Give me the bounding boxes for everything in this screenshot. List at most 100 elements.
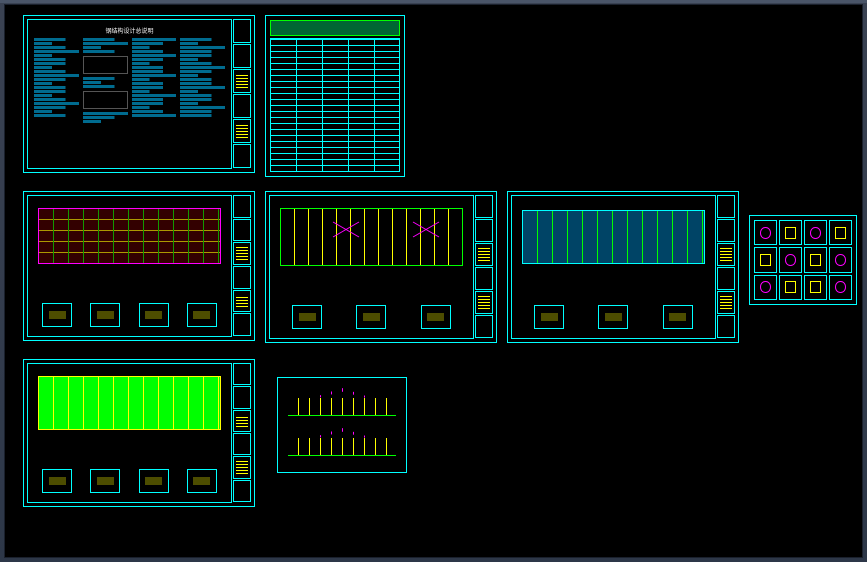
detail-strip bbox=[520, 302, 707, 332]
note-line bbox=[34, 86, 79, 89]
panel-grid bbox=[39, 377, 220, 429]
detail-strip bbox=[36, 300, 223, 330]
foundation-detail bbox=[139, 303, 169, 327]
note-line bbox=[132, 86, 177, 89]
title-block-cell bbox=[233, 195, 251, 218]
connection-detail bbox=[804, 247, 827, 272]
building-outline bbox=[38, 208, 221, 264]
title-block-cell bbox=[233, 290, 251, 313]
sheet-roof-panel-plan[interactable] bbox=[23, 359, 255, 507]
roof-detail bbox=[663, 305, 693, 329]
note-line bbox=[180, 90, 225, 93]
note-line bbox=[180, 70, 225, 73]
note-line bbox=[132, 66, 177, 69]
sheet-general-notes[interactable]: 钢结构设计总说明 bbox=[23, 15, 255, 173]
foundation-detail bbox=[90, 303, 120, 327]
note-line bbox=[34, 58, 79, 61]
note-line bbox=[132, 46, 177, 49]
detail-strip bbox=[36, 466, 223, 496]
note-line bbox=[34, 94, 79, 97]
notes-col-3 bbox=[132, 38, 177, 162]
title-block-cell bbox=[233, 480, 251, 502]
panel-detail bbox=[139, 469, 169, 493]
note-line bbox=[83, 46, 128, 49]
title-block bbox=[475, 195, 493, 339]
detail-grid bbox=[754, 220, 852, 300]
connection-detail bbox=[754, 275, 777, 300]
detail-strip bbox=[278, 302, 465, 332]
column-lines bbox=[288, 398, 396, 415]
note-line bbox=[34, 38, 79, 41]
sheet-foundation-plan[interactable] bbox=[23, 191, 255, 341]
note-line bbox=[34, 78, 79, 81]
title-block-cell bbox=[233, 433, 251, 455]
title-block-cell bbox=[233, 19, 251, 43]
note-line bbox=[132, 94, 177, 97]
note-line bbox=[132, 74, 177, 77]
title-block bbox=[233, 363, 251, 503]
title-block-cell bbox=[233, 386, 251, 408]
sheet-anchor-bolt-plan[interactable] bbox=[265, 191, 497, 343]
sheet-drawing-list[interactable] bbox=[265, 15, 405, 177]
note-line bbox=[180, 114, 225, 117]
roof-detail bbox=[534, 305, 564, 329]
sheet-frame-sections[interactable] bbox=[277, 377, 407, 473]
note-line bbox=[34, 50, 79, 53]
title-block-cell bbox=[233, 144, 251, 168]
connection-detail bbox=[804, 220, 827, 245]
note-line bbox=[180, 50, 225, 53]
note-line bbox=[83, 81, 128, 84]
note-line bbox=[83, 77, 128, 80]
sheet-roof-framing-plan[interactable] bbox=[507, 191, 739, 343]
title-block bbox=[233, 19, 251, 169]
sheet-border bbox=[27, 195, 232, 337]
sheet-border bbox=[269, 195, 474, 339]
sheet-connection-details[interactable] bbox=[749, 215, 857, 305]
connection-detail bbox=[779, 220, 802, 245]
title-block bbox=[717, 195, 735, 339]
column-lines bbox=[288, 438, 396, 455]
note-line bbox=[83, 116, 128, 119]
sheet-border bbox=[511, 195, 716, 339]
note-line bbox=[180, 110, 225, 113]
connection-detail bbox=[779, 275, 802, 300]
note-line bbox=[34, 110, 79, 113]
title-block bbox=[233, 195, 251, 337]
anchor-detail bbox=[356, 305, 386, 329]
title-block-cell bbox=[717, 291, 735, 314]
note-line bbox=[180, 46, 225, 49]
note-line bbox=[83, 42, 128, 45]
note-line bbox=[180, 94, 225, 97]
foundation-detail bbox=[42, 303, 72, 327]
note-line bbox=[180, 54, 225, 57]
title-block-cell bbox=[717, 267, 735, 290]
note-line bbox=[132, 50, 177, 53]
title-block-cell bbox=[717, 219, 735, 242]
note-line bbox=[34, 42, 79, 45]
note-line bbox=[180, 58, 225, 61]
note-line bbox=[180, 98, 225, 101]
building-outline bbox=[38, 376, 221, 430]
note-line bbox=[132, 62, 177, 65]
note-line bbox=[180, 42, 225, 45]
section-a bbox=[288, 388, 396, 416]
title-block-cell bbox=[717, 195, 735, 218]
connection-detail bbox=[804, 275, 827, 300]
connection-detail bbox=[829, 220, 852, 245]
anchor-detail bbox=[292, 305, 322, 329]
sheet-title: 钢结构设计总说明 bbox=[105, 26, 153, 35]
title-block-cell bbox=[475, 195, 493, 218]
table-body bbox=[270, 38, 400, 172]
title-block-cell bbox=[475, 219, 493, 242]
note-line bbox=[34, 74, 79, 77]
note-line bbox=[34, 82, 79, 85]
note-line bbox=[34, 90, 79, 93]
note-line bbox=[132, 106, 177, 109]
note-line bbox=[34, 46, 79, 49]
note-line bbox=[180, 106, 225, 109]
title-block-cell bbox=[475, 315, 493, 338]
cad-model-space-viewport[interactable]: 钢结构设计总说明 bbox=[4, 4, 863, 558]
note-line bbox=[83, 112, 128, 115]
note-line bbox=[132, 78, 177, 81]
foundation-detail bbox=[187, 303, 217, 327]
